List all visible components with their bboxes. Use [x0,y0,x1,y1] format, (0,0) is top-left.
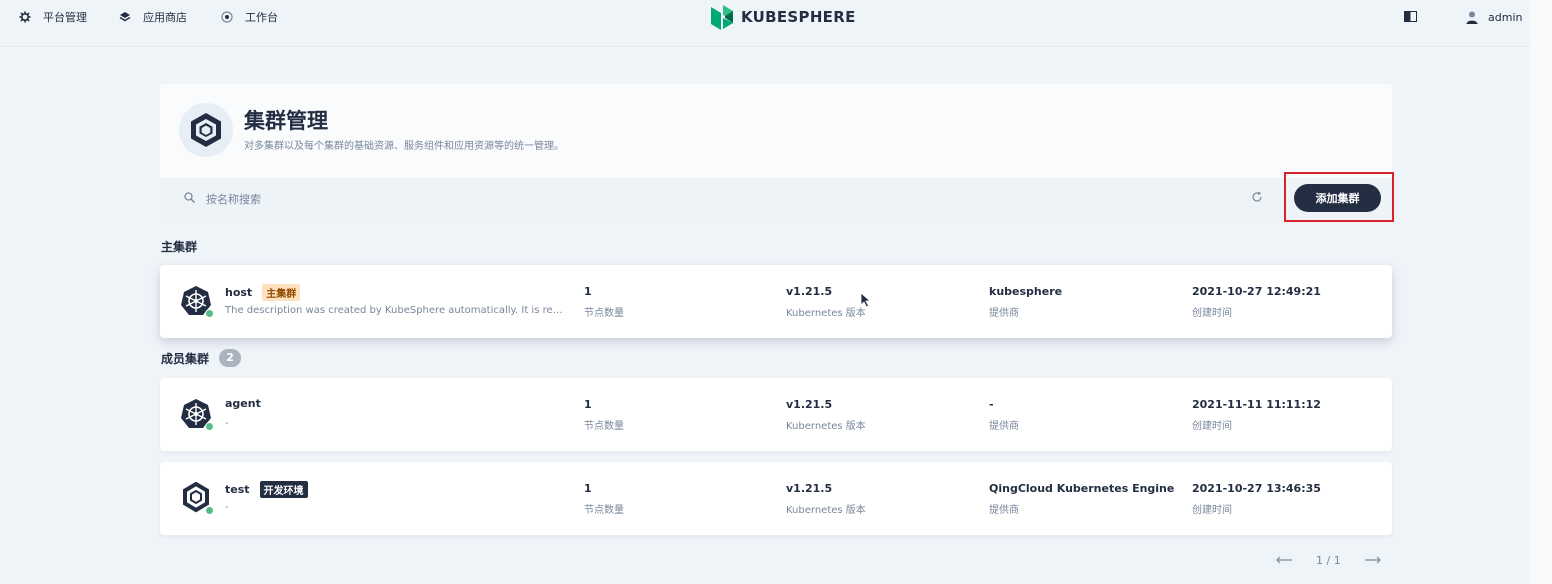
scrollbar-track[interactable] [1530,0,1552,584]
created-field: 2021-10-27 13:46:35 创建时间 [1192,482,1321,516]
provider: - [989,398,994,411]
created-field: 2021-10-27 12:49:21 创建时间 [1192,285,1321,319]
nav-label: 平台管理 [43,11,87,24]
version-label: Kubernetes 版本 [786,505,866,516]
search-input[interactable] [206,186,1206,212]
provider-label: 提供商 [989,308,1019,319]
layers-icon [119,12,131,22]
node-count: 1 [584,285,592,298]
node-count-label: 节点数量 [584,421,624,432]
node-count-label: 节点数量 [584,308,624,319]
prev-page-arrow-icon[interactable] [1276,556,1292,564]
version-field: v1.21.5 Kubernetes 版本 [786,482,866,516]
status-dot [205,422,214,431]
cluster-card-host[interactable]: host 主集群 The description was created by … [160,265,1392,338]
node-count: 1 [584,482,592,495]
gear-icon [19,11,31,23]
provider-label: 提供商 [989,505,1019,516]
created-label: 创建时间 [1192,505,1232,516]
section-title-text: 主集群 [161,240,198,254]
node-count: 1 [584,398,592,411]
pagination: 1 / 1 [1276,551,1381,569]
version-field: v1.21.5 Kubernetes 版本 [786,398,866,432]
cluster-description: - [225,418,229,429]
cluster-name-row: host 主集群 [225,284,301,301]
created-time: 2021-10-27 12:49:21 [1192,285,1321,298]
provider-field: QingCloud Kubernetes Engine 提供商 [989,482,1174,516]
kubernetes-version: v1.21.5 [786,482,833,495]
user-icon [1466,11,1478,24]
nav-label: 应用商店 [143,11,187,24]
created-time: 2021-10-27 13:46:35 [1192,482,1321,495]
provider-field: kubesphere 提供商 [989,285,1062,319]
node-count-field: 1 节点数量 [584,398,624,432]
cluster-description: - [225,502,229,513]
next-page-arrow-icon[interactable] [1364,556,1381,564]
created-label: 创建时间 [1192,308,1232,319]
provider: QingCloud Kubernetes Engine [989,482,1175,495]
panel-toggle-icon[interactable] [1404,11,1417,22]
kubesphere-logo[interactable]: KUBESPHERE [711,4,856,30]
host-cluster-section-title: 主集群 [161,238,197,255]
member-cluster-section-title: 成员集群 2 [161,349,242,367]
cluster-name: agent [225,397,261,410]
kubernetes-version: v1.21.5 [786,398,833,411]
section-title-text: 成员集群 [161,351,210,366]
provider-field: - 提供商 [989,398,1019,432]
cluster-card-agent[interactable]: agent - 1 节点数量 v1.21.5 Kubernetes 版本 - 提… [160,378,1392,451]
version-label: Kubernetes 版本 [786,308,866,319]
cluster-name-row: agent [225,397,261,410]
compass-icon [221,11,233,23]
nav-workbench[interactable]: 工作台 [221,0,278,34]
host-cluster-tag: 主集群 [262,284,301,301]
nav-app-store[interactable]: 应用商店 [119,0,187,34]
cluster-name: host [225,286,253,299]
node-count-label: 节点数量 [584,505,624,516]
cube-icon [191,113,221,147]
page-description: 对多集群以及每个集群的基础资源、服务组件和应用资源等的统一管理。 [244,141,564,152]
cluster-name: test [225,483,250,496]
kubernetes-version: v1.21.5 [786,285,833,298]
status-dot [205,506,214,515]
provider: kubesphere [989,285,1063,298]
cluster-description: The description was created by KubeSpher… [225,305,565,316]
top-navigation: 平台管理 应用商店 工作台 KUBESPHERE admin [0,0,1552,47]
node-count-field: 1 节点数量 [584,285,624,319]
search-icon [184,192,195,203]
node-count-field: 1 节点数量 [584,482,624,516]
created-time: 2021-11-11 11:11:12 [1192,398,1321,411]
username: admin [1488,10,1523,24]
page-title: 集群管理 [244,109,328,133]
kubesphere-logo-icon [711,5,733,30]
created-field: 2021-11-11 11:11:12 创建时间 [1192,398,1321,432]
cluster-management-banner: 集群管理 对多集群以及每个集群的基础资源、服务组件和应用资源等的统一管理。 添加… [160,84,1392,219]
created-label: 创建时间 [1192,421,1232,432]
environment-tag: 开发环境 [259,481,308,498]
logo-text: KUBESPHERE [741,8,856,26]
add-cluster-highlight [1284,172,1394,222]
cluster-toolbar [160,178,1392,219]
version-label: Kubernetes 版本 [786,421,866,432]
cluster-name-row: test 开发环境 [225,481,308,498]
mouse-cursor-icon [860,292,871,308]
nav-label: 工作台 [245,11,278,24]
member-count-badge: 2 [219,349,242,367]
provider-label: 提供商 [989,421,1019,432]
cluster-card-test[interactable]: test 开发环境 - 1 节点数量 v1.21.5 Kubernetes 版本… [160,462,1392,535]
status-dot [205,309,214,318]
nav-platform-management[interactable]: 平台管理 [19,0,87,34]
page-indicator: 1 / 1 [1316,553,1341,567]
refresh-icon[interactable] [1251,191,1263,203]
banner-icon-wrap [179,103,233,157]
version-field: v1.21.5 Kubernetes 版本 [786,285,866,319]
